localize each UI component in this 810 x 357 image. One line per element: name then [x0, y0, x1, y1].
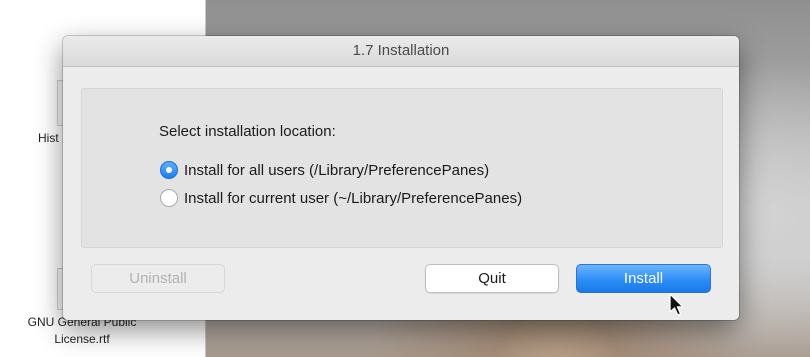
radio-unselected-icon[interactable]: [160, 189, 178, 207]
dialog-titlebar[interactable]: 1.7 Installation: [63, 36, 739, 67]
quit-button[interactable]: Quit: [425, 264, 559, 293]
file-label-partial: Hist: [38, 131, 59, 145]
option-all-users[interactable]: Install for all users (/Library/Preferen…: [160, 159, 489, 181]
options-panel: Select installation location: Install fo…: [81, 88, 723, 248]
file-label-line-2: License.rtf: [54, 332, 110, 346]
option-current-user[interactable]: Install for current user (~/Library/Pref…: [160, 187, 522, 209]
dialog-title: 1.7 Installation: [352, 42, 450, 59]
install-button[interactable]: Install: [576, 264, 711, 293]
installation-dialog: 1.7 Installation Select installation loc…: [63, 36, 739, 320]
radio-selected-icon[interactable]: [160, 161, 178, 179]
mouse-pointer-icon: [669, 293, 684, 316]
option-all-users-label[interactable]: Install for all users (/Library/Preferen…: [184, 162, 489, 179]
uninstall-button[interactable]: Uninstall: [91, 264, 225, 293]
location-prompt: Select installation location:: [159, 123, 336, 140]
option-current-user-label[interactable]: Install for current user (~/Library/Pref…: [184, 190, 522, 207]
